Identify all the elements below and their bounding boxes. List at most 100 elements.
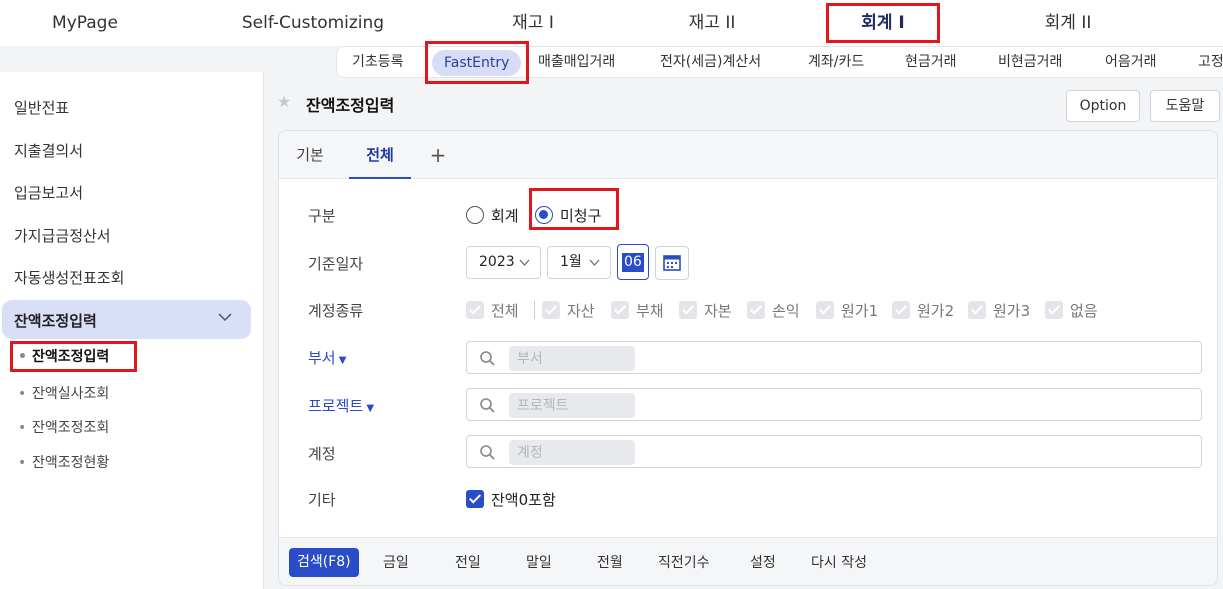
radio-accounting[interactable] xyxy=(466,206,484,224)
department-label: 부서 xyxy=(308,349,336,367)
bullet-icon: • xyxy=(18,420,27,436)
sidebar-item-advance-settlement[interactable]: 가지급금정산서 xyxy=(14,225,111,246)
add-tab-icon[interactable]: + xyxy=(423,131,453,179)
sidebar-subitem-balance-adjustment-inquiry[interactable]: • 잔액조정조회 xyxy=(18,417,109,437)
day-input-value: 06 xyxy=(622,253,644,272)
checkbox-assets-label: 자산 xyxy=(567,302,595,320)
sidebar-item-expense-resolution[interactable]: 지출결의서 xyxy=(14,140,83,161)
top-nav-self-customizing[interactable]: Self-Customizing xyxy=(240,0,386,46)
top-nav-accounting-1[interactable]: 회계 I xyxy=(830,0,936,46)
checkbox-cost3-label: 원가3 xyxy=(993,302,1031,320)
sub-nav-fixed[interactable]: 고정 xyxy=(1198,47,1223,79)
checkbox-assets[interactable] xyxy=(542,301,560,319)
chevron-down-icon xyxy=(589,247,600,290)
sub-nav-sales-purchase[interactable]: 매출매입거래 xyxy=(538,47,615,79)
caret-down-icon: ▼ xyxy=(363,403,375,414)
previous-month-button[interactable]: 전월 xyxy=(597,552,623,572)
sub-nav-e-tax-invoice[interactable]: 전자(세금)계산서 xyxy=(660,47,761,79)
search-f8-button[interactable]: 검색(F8) xyxy=(289,548,359,577)
radio-unbilled[interactable] xyxy=(535,206,553,224)
top-nav-inventory-2[interactable]: 재고 II xyxy=(676,0,748,46)
department-chip xyxy=(509,346,635,371)
sidebar-subitem-label: 잔액조정입력 xyxy=(32,349,110,365)
checkbox-profit-loss[interactable] xyxy=(747,301,765,319)
sidebar-item-general-voucher[interactable]: 일반전표 xyxy=(14,97,69,118)
checkbox-none[interactable] xyxy=(1045,301,1063,319)
calendar-icon xyxy=(663,255,681,271)
sidebar-subitem-balance-audit-inquiry[interactable]: • 잔액실사조회 xyxy=(18,383,109,403)
today-button[interactable]: 금일 xyxy=(383,552,409,572)
search-icon xyxy=(480,445,495,460)
account-search-field[interactable] xyxy=(466,435,1202,468)
sub-nav-account-card[interactable]: 계좌/카드 xyxy=(808,47,864,79)
base-date-label: 기준일자 xyxy=(308,255,364,273)
project-dropdown-label[interactable]: 프로젝트 ▼ xyxy=(308,395,374,416)
top-nav-accounting-2[interactable]: 회계 II xyxy=(1030,0,1106,46)
top-nav-inventory-1[interactable]: 재고 I xyxy=(500,0,566,46)
sidebar-subitem-label: 잔액조정조회 xyxy=(32,420,110,436)
checkbox-cost3[interactable] xyxy=(968,301,986,319)
project-label: 프로젝트 xyxy=(308,397,364,415)
checkbox-include-zero-balance[interactable] xyxy=(466,490,484,508)
sidebar-group-balance-adjustment[interactable]: 잔액조정입력 xyxy=(2,300,251,339)
top-nav-mypage[interactable]: MyPage xyxy=(40,0,130,46)
tab-basic[interactable]: 기본 xyxy=(287,131,333,179)
year-select[interactable]: 2023 xyxy=(466,246,541,279)
sidebar-subitem-balance-adjustment-status[interactable]: • 잔액조정현황 xyxy=(18,452,109,472)
checkbox-liabilities[interactable] xyxy=(611,301,629,319)
checkbox-all[interactable] xyxy=(466,301,484,319)
day-input[interactable]: 06 xyxy=(617,244,649,280)
tab-all[interactable]: 전체 xyxy=(349,131,411,179)
checkbox-cost2-label: 원가2 xyxy=(917,302,955,320)
page-title: 잔액조정입력 xyxy=(306,96,395,115)
chevron-down-icon xyxy=(519,247,530,290)
sub-nav-basic-registration[interactable]: 기초등록 xyxy=(352,47,404,79)
previous-day-button[interactable]: 전일 xyxy=(455,552,481,572)
bottom-action-bar: 검색(F8) 금일 전일 말일 전월 직전기수 설정 다시 작성 xyxy=(279,537,1217,585)
calendar-button[interactable] xyxy=(655,246,689,280)
settings-button[interactable]: 설정 xyxy=(750,552,776,572)
search-panel: 기본 전체 + 구분 회계 미청구 기준일자 2023 1월 06 계정종류 전… xyxy=(278,130,1218,586)
project-input[interactable] xyxy=(509,393,629,418)
previous-period-button[interactable]: 직전기수 xyxy=(658,552,710,572)
sidebar-subitem-label: 잔액실사조회 xyxy=(32,386,110,402)
department-dropdown-label[interactable]: 부서 ▼ xyxy=(308,347,346,368)
sidebar-item-auto-voucher-inquiry[interactable]: 자동생성전표조회 xyxy=(14,267,124,288)
bullet-icon: • xyxy=(18,349,27,365)
month-select-value: 1월 xyxy=(560,254,582,270)
department-search-field[interactable] xyxy=(466,341,1202,374)
checkbox-cost2[interactable] xyxy=(892,301,910,319)
year-select-value: 2023 xyxy=(479,254,515,270)
sidebar-subitem-label: 잔액조정현황 xyxy=(32,455,110,471)
checkbox-capital[interactable] xyxy=(679,301,697,319)
sub-nav-cash-transaction[interactable]: 현금거래 xyxy=(905,47,957,79)
sub-nav-fastentry[interactable]: FastEntry xyxy=(432,50,522,76)
checkbox-profit-loss-label: 손익 xyxy=(772,302,800,320)
department-input[interactable] xyxy=(509,346,629,371)
bullet-icon: • xyxy=(18,455,27,471)
sidebar-item-deposit-report[interactable]: 입금보고서 xyxy=(14,182,83,203)
chevron-down-icon[interactable] xyxy=(217,309,233,329)
account-type-label: 계정종류 xyxy=(308,302,364,320)
reset-button[interactable]: 다시 작성 xyxy=(811,552,867,572)
project-search-field[interactable] xyxy=(466,388,1202,421)
option-button[interactable]: Option xyxy=(1066,90,1140,122)
checkbox-all-label: 전체 xyxy=(491,302,519,320)
caret-down-icon: ▼ xyxy=(335,355,347,366)
sub-nav-non-cash-transaction[interactable]: 비현금거래 xyxy=(998,47,1062,79)
search-icon xyxy=(480,398,495,413)
sidebar-group-label: 잔액조정입력 xyxy=(14,312,97,330)
etc-label: 기타 xyxy=(308,491,336,509)
help-button[interactable]: 도움말 xyxy=(1150,90,1220,122)
include-zero-balance-label: 잔액0포함 xyxy=(491,491,556,509)
top-navigation: MyPage Self-Customizing 재고 I 재고 II 회계 I … xyxy=(0,0,1223,46)
sub-nav-bill-transaction[interactable]: 어음거래 xyxy=(1105,47,1157,79)
tab-bar: 기본 전체 + xyxy=(279,131,1217,179)
account-input[interactable] xyxy=(509,440,629,465)
sidebar-subitem-balance-adjustment-input[interactable]: • 잔액조정입력 xyxy=(18,346,109,366)
end-of-month-button[interactable]: 말일 xyxy=(526,552,552,572)
month-select[interactable]: 1월 xyxy=(547,246,611,279)
favorite-star-icon[interactable]: ★ xyxy=(277,92,291,111)
checkbox-cost1[interactable] xyxy=(816,301,834,319)
radio-accounting-label: 회계 xyxy=(491,207,519,225)
